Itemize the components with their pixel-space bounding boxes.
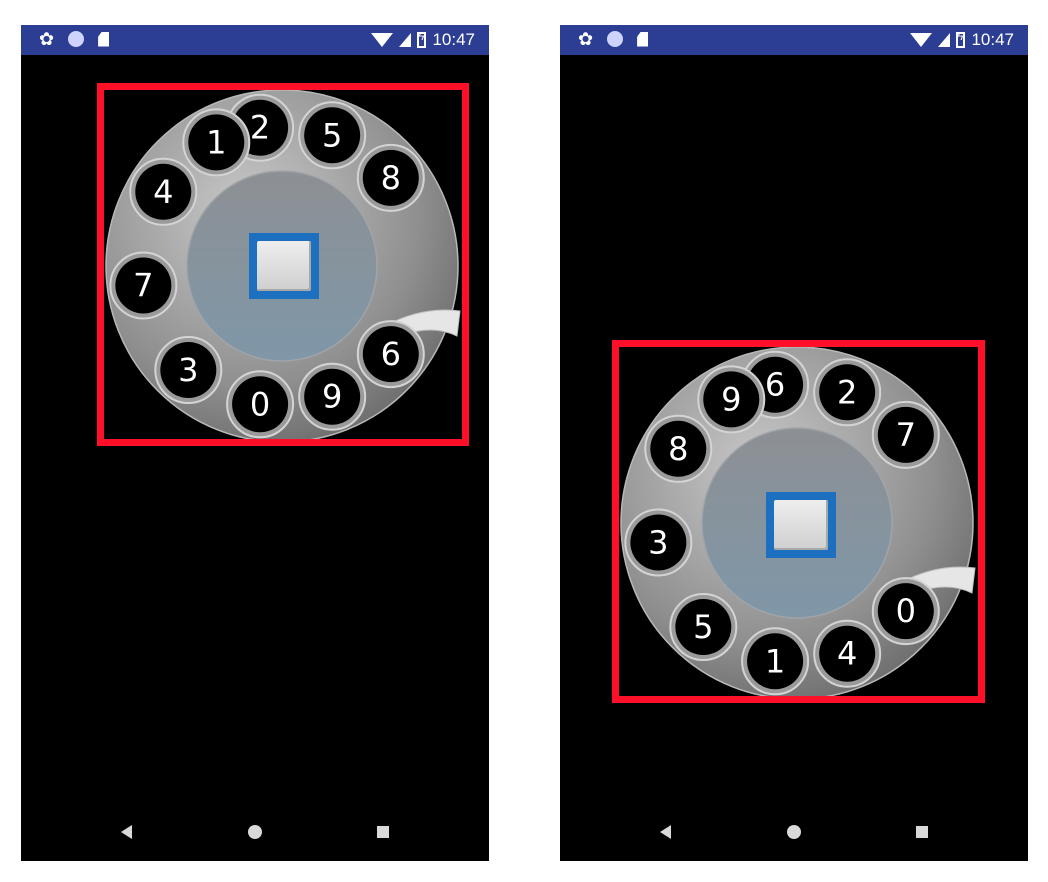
home-icon[interactable] bbox=[248, 825, 262, 839]
digit-label: 4 bbox=[837, 635, 857, 673]
home-icon[interactable] bbox=[787, 825, 801, 839]
center-button[interactable] bbox=[249, 233, 319, 299]
wifi-icon bbox=[910, 33, 933, 47]
signal-icon bbox=[399, 33, 412, 47]
status-time: 10:47 bbox=[432, 30, 475, 49]
sd-card-icon bbox=[637, 31, 649, 47]
digit-label: 5 bbox=[322, 116, 342, 154]
status-bar: ✿ 10:47 bbox=[21, 25, 489, 55]
circle-icon bbox=[68, 31, 85, 47]
digit-label: 0 bbox=[896, 592, 916, 630]
digit-label: 1 bbox=[206, 123, 226, 161]
digit-label: 1 bbox=[765, 642, 785, 680]
recents-icon[interactable] bbox=[916, 826, 928, 838]
wifi-icon bbox=[371, 33, 394, 47]
status-time: 10:47 bbox=[971, 30, 1014, 49]
digit-label: 7 bbox=[133, 266, 153, 304]
center-button[interactable] bbox=[766, 492, 836, 558]
digit-label: 9 bbox=[322, 378, 342, 416]
battery-icon bbox=[956, 31, 966, 48]
rotary-dial-highlight: 6 2 7 0 4 1 5 3 89 bbox=[612, 340, 985, 703]
rotary-dial-highlight: 2 5 8 6 9 0 3 7 41 bbox=[97, 83, 469, 446]
gear-icon: ✿ bbox=[578, 29, 594, 49]
digit-label: 2 bbox=[837, 373, 857, 411]
digit-label: 4 bbox=[153, 173, 173, 211]
circle-icon bbox=[607, 31, 624, 47]
digit-label: 8 bbox=[668, 430, 688, 468]
digit-label: 7 bbox=[896, 416, 916, 454]
digit-label: 9 bbox=[721, 380, 741, 418]
digit-label: 8 bbox=[381, 159, 401, 197]
digit-label: 0 bbox=[250, 385, 270, 423]
sd-card-icon bbox=[98, 31, 110, 47]
phone-screen-left: ✿ 10:47 2 5 8 6 9 0 3 7 41 bbox=[21, 25, 489, 861]
digit-label: 2 bbox=[250, 109, 270, 147]
recents-icon[interactable] bbox=[377, 826, 389, 838]
nav-bar bbox=[21, 805, 489, 861]
back-icon[interactable] bbox=[660, 825, 671, 839]
status-bar: ✿ 10:47 bbox=[560, 25, 1028, 55]
phone-screen-right: ✿ 10:47 6 2 7 0 4 1 5 3 89 bbox=[560, 25, 1028, 861]
digit-label: 3 bbox=[178, 351, 198, 389]
digit-label: 5 bbox=[693, 608, 713, 646]
back-icon[interactable] bbox=[121, 825, 132, 839]
nav-bar bbox=[560, 805, 1028, 861]
gear-icon: ✿ bbox=[39, 29, 55, 49]
signal-icon bbox=[938, 33, 951, 47]
digit-label: 6 bbox=[381, 335, 401, 373]
battery-icon bbox=[417, 31, 427, 48]
digit-label: 6 bbox=[765, 366, 785, 404]
digit-label: 3 bbox=[648, 523, 668, 561]
